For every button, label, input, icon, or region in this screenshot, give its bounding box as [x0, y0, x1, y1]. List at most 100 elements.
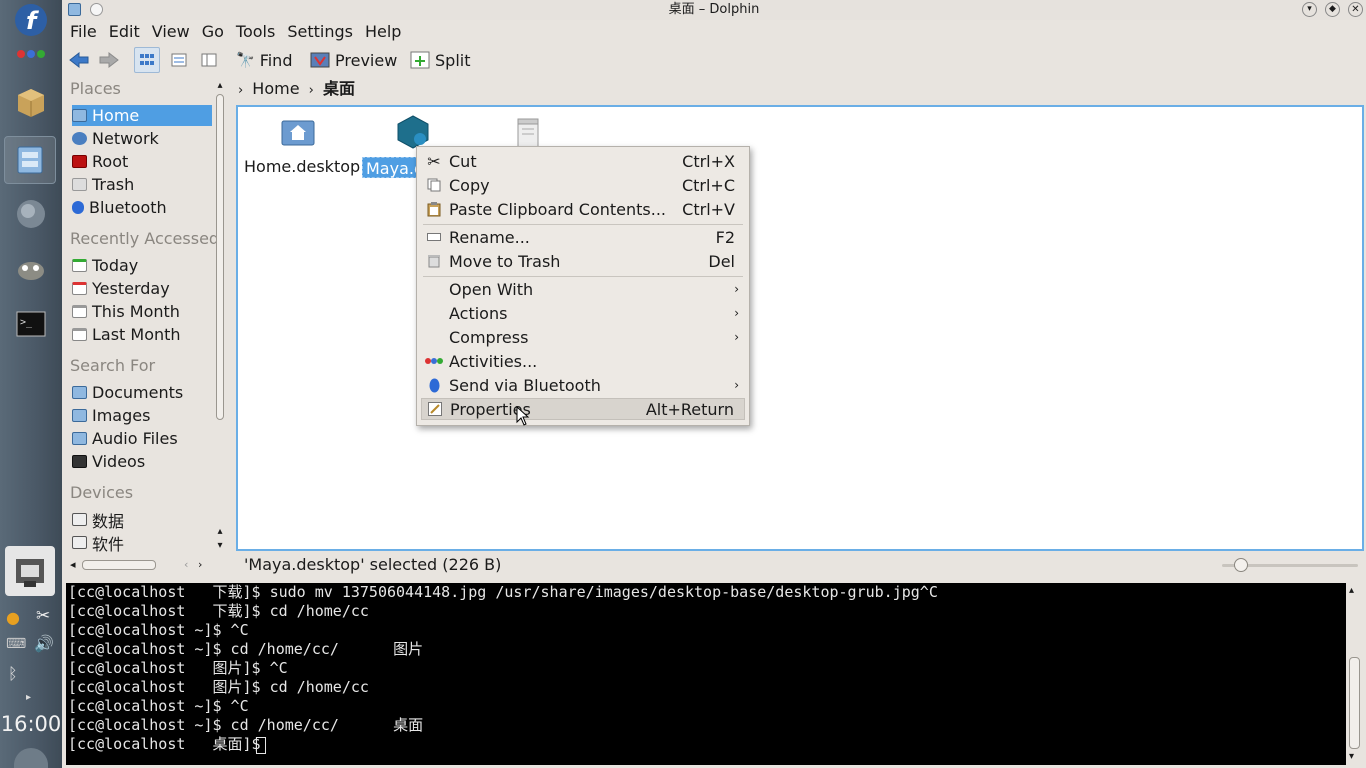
menu-rename[interactable]: Rename... F2	[421, 226, 745, 248]
menu-help[interactable]: Help	[359, 20, 407, 44]
preview-label: Preview	[335, 50, 398, 70]
menu-edit[interactable]: Edit	[103, 20, 146, 44]
menu-move-to-trash[interactable]: Move to Trash Del	[421, 250, 745, 272]
keyboard-icon[interactable]: ⌨	[6, 636, 26, 652]
term-scroll-down-icon[interactable]: ▾	[1349, 751, 1354, 762]
gimp-icon[interactable]	[11, 248, 51, 288]
terminal-line: [cc@localhost ~]$ ^C	[68, 621, 249, 639]
menu-actions[interactable]: Actions ›	[421, 302, 745, 324]
terminal-icon[interactable]: >_	[11, 304, 51, 344]
place-bluetooth[interactable]: Bluetooth	[72, 197, 212, 218]
file-view[interactable]: Home.desktop Maya.d	[236, 105, 1364, 551]
places-hscroll-thumb[interactable]	[82, 560, 156, 570]
window-titlebar[interactable]: 桌面 – Dolphin ▾ ◆ ✕	[62, 0, 1366, 20]
file-maya-desktop[interactable]: Maya.d	[362, 113, 429, 178]
place-root[interactable]: Root	[72, 151, 212, 172]
menu-compress[interactable]: Compress ›	[421, 326, 745, 348]
split-button[interactable]: Split	[410, 47, 470, 73]
submenu-arrow-icon: ›	[734, 306, 739, 320]
package-icon[interactable]	[11, 82, 51, 122]
submenu-arrow-icon: ›	[734, 378, 739, 392]
scroll-right-icon[interactable]: ›	[198, 558, 202, 571]
preview-icon	[310, 52, 330, 68]
file-home-desktop[interactable]: Home.desktop	[244, 113, 360, 176]
sticky-icon[interactable]	[90, 3, 103, 16]
breadcrumb-current[interactable]: 桌面	[323, 79, 355, 98]
recent-yesterday[interactable]: Yesterday	[72, 278, 212, 299]
places-vscroll-thumb[interactable]	[216, 94, 224, 420]
menu-go[interactable]: Go	[196, 20, 230, 44]
term-scroll-up-icon[interactable]: ▴	[1349, 585, 1354, 596]
places-hscrollbar[interactable]: ◂ ‹ ›	[70, 558, 214, 572]
find-label: Find	[259, 50, 293, 70]
drive-icon	[72, 513, 87, 526]
forward-button[interactable]	[98, 47, 120, 73]
menu-tools[interactable]: Tools	[230, 20, 281, 44]
window-title: 桌面 – Dolphin	[668, 2, 760, 17]
maximize-icon[interactable]: ◆	[1325, 2, 1340, 17]
menu-file[interactable]: File	[64, 20, 103, 44]
clock[interactable]: 16:00	[0, 712, 62, 736]
images-folder-icon	[72, 409, 87, 422]
menu-copy[interactable]: Copy Ctrl+C	[421, 174, 745, 196]
dolphin-task-icon[interactable]	[4, 136, 56, 184]
browser-icon[interactable]	[11, 194, 51, 234]
device-software[interactable]: 软件	[72, 532, 212, 554]
network-icon[interactable]	[5, 546, 55, 596]
menu-view[interactable]: View	[146, 20, 196, 44]
places-vscrollbar[interactable]: ▴ ▴ ▾	[214, 80, 226, 552]
search-images[interactable]: Images	[72, 405, 212, 426]
film-icon	[72, 455, 87, 468]
search-videos[interactable]: Videos	[72, 451, 212, 472]
breadcrumb-separator-icon[interactable]: ›	[309, 83, 314, 98]
place-network[interactable]: Network	[72, 128, 212, 149]
menubar: File Edit View Go Tools Settings Help	[62, 20, 1366, 44]
bluetooth-tray-icon[interactable]: ᛒ	[8, 664, 18, 683]
preview-button[interactable]: Preview	[310, 47, 397, 73]
device-data[interactable]: 数据	[72, 509, 212, 531]
minimize-icon[interactable]: ▾	[1302, 2, 1317, 17]
search-audio[interactable]: Audio Files	[72, 428, 212, 449]
scroll-up-small-icon[interactable]: ▴	[214, 526, 226, 538]
terminal-line: [cc@localhost 桌面]$	[68, 735, 270, 753]
recent-today[interactable]: Today	[72, 255, 212, 276]
tray-expand-icon[interactable]: ▸	[26, 692, 31, 703]
menu-properties[interactable]: Properties Alt+Return	[421, 398, 745, 420]
columns-view-button[interactable]	[196, 47, 222, 73]
menu-send-via-bluetooth[interactable]: Send via Bluetooth ›	[421, 374, 745, 396]
place-trash[interactable]: Trash	[72, 174, 212, 195]
terminal-line: [cc@localhost 图片]$ cd /home/cc	[68, 678, 369, 696]
updater-icon[interactable]: ●	[6, 608, 20, 627]
menu-settings[interactable]: Settings	[281, 20, 359, 44]
terminal-line: [cc@localhost 下载]$ cd /home/cc	[68, 602, 369, 620]
activities-icon[interactable]	[11, 34, 51, 74]
close-icon[interactable]: ✕	[1348, 2, 1363, 17]
find-button[interactable]: 🔭 Find	[236, 47, 292, 73]
recent-this-month[interactable]: This Month	[72, 301, 212, 322]
recent-last-month[interactable]: Last Month	[72, 324, 212, 345]
terminal-scroll-thumb[interactable]	[1349, 657, 1360, 749]
menu-paste[interactable]: Paste Clipboard Contents... Ctrl+V	[421, 198, 745, 220]
text-file-icon[interactable]	[514, 117, 542, 149]
scroll-down-icon[interactable]: ▾	[214, 540, 226, 552]
zoom-slider-handle[interactable]	[1234, 558, 1248, 572]
volume-icon[interactable]: 🔊	[34, 634, 54, 653]
details-view-button[interactable]	[166, 47, 192, 73]
terminal-panel[interactable]: [cc@localhost 下载]$ sudo mv 137506044148.…	[66, 583, 1346, 765]
terminal-scrollbar[interactable]: ▴ ▾	[1346, 583, 1364, 765]
menu-cut[interactable]: ✂ Cut Ctrl+X	[421, 150, 745, 172]
scroll-left-small-icon[interactable]: ‹	[184, 558, 188, 571]
window-menu-icon[interactable]	[68, 3, 81, 16]
breadcrumb-chevron-icon[interactable]: ›	[238, 83, 243, 98]
breadcrumb-home[interactable]: Home	[252, 79, 299, 98]
back-button[interactable]	[68, 47, 90, 73]
dashboard-icon[interactable]	[14, 748, 48, 768]
icons-view-button[interactable]	[134, 47, 160, 73]
search-documents[interactable]: Documents	[72, 382, 212, 403]
scroll-up-icon[interactable]: ▴	[214, 80, 226, 92]
menu-activities[interactable]: Activities...	[421, 350, 745, 372]
scissors-icon[interactable]: ✂	[36, 606, 50, 626]
menu-open-with[interactable]: Open With ›	[421, 278, 745, 300]
place-home[interactable]: Home	[72, 105, 212, 126]
scroll-left-icon[interactable]: ◂	[70, 558, 76, 571]
